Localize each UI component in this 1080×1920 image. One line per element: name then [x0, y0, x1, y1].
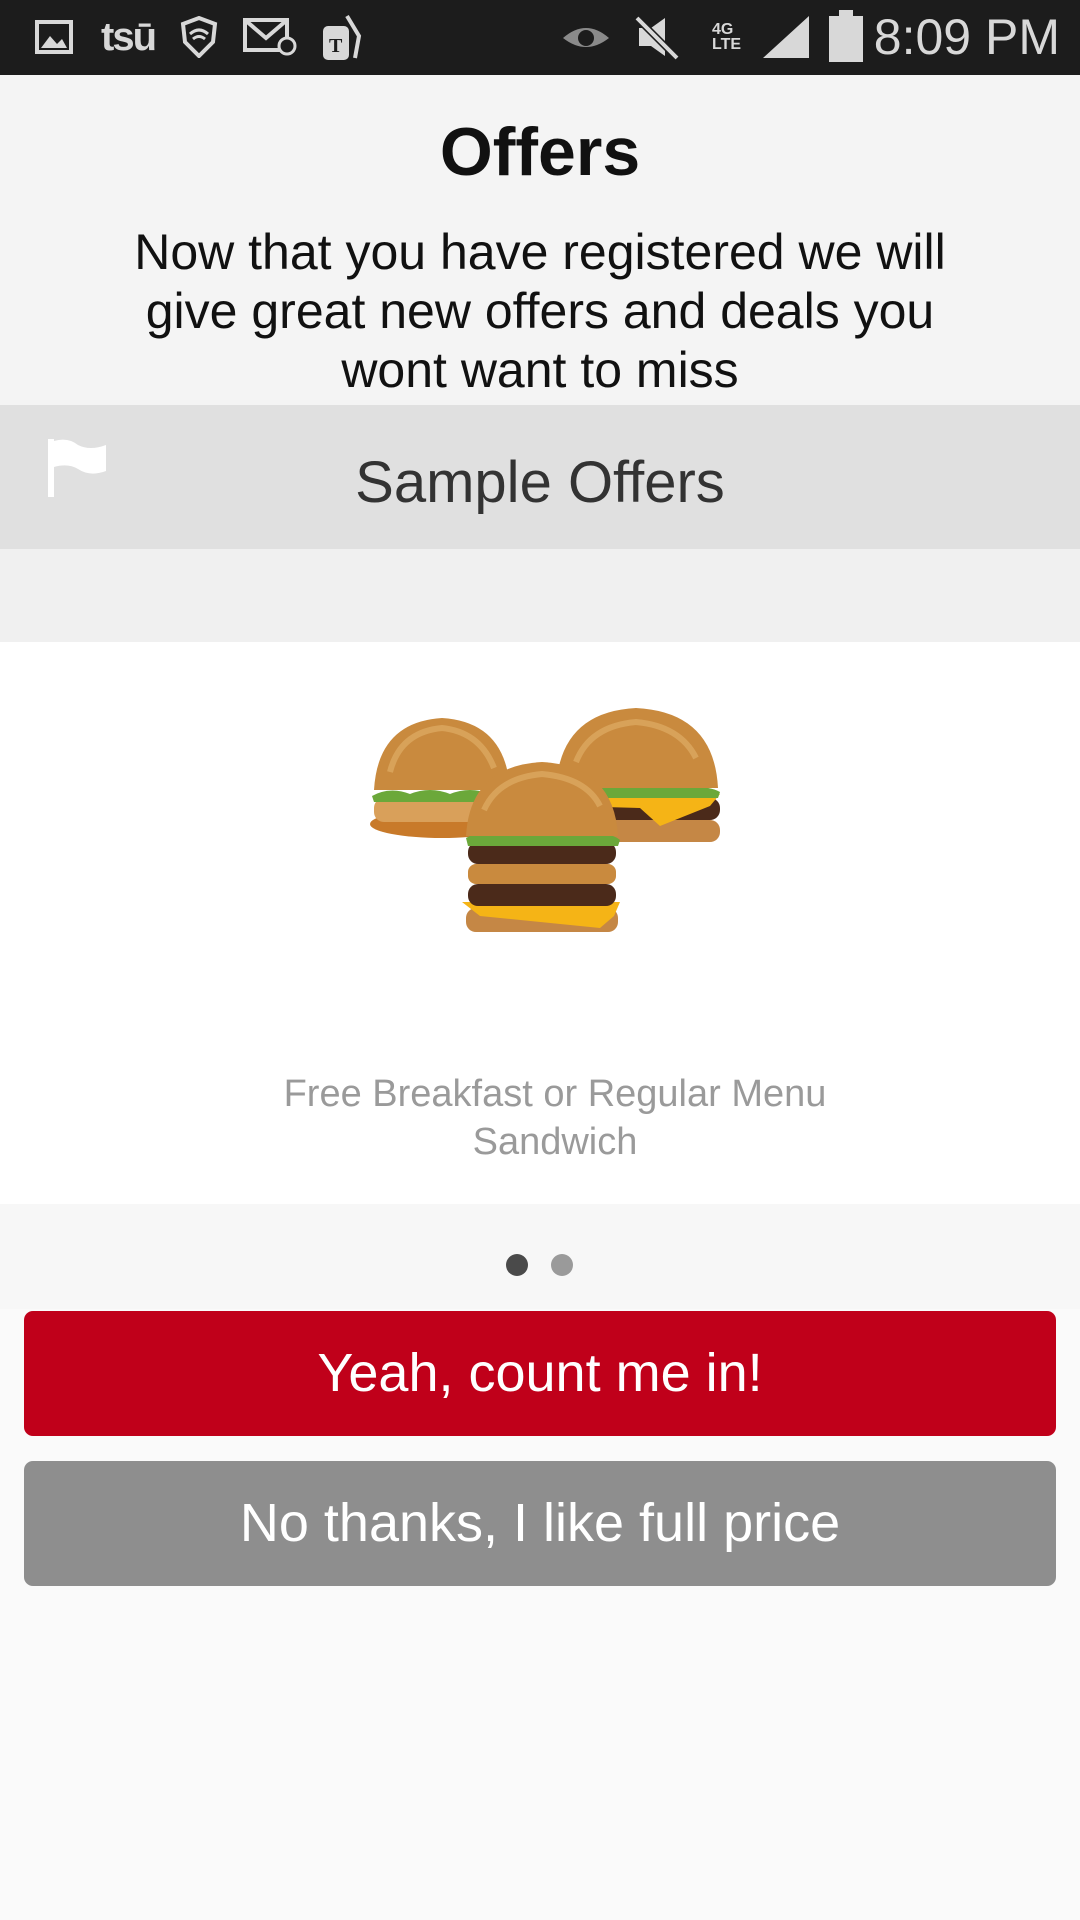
- burger-center: [462, 762, 620, 932]
- page-subtitle: Now that you have registered we will giv…: [134, 224, 946, 398]
- eye-icon: [560, 12, 612, 62]
- bottom-space: [0, 1586, 1080, 1920]
- gallery-icon: [34, 12, 74, 62]
- shield-icon: [178, 12, 220, 62]
- spacer: [0, 549, 1080, 642]
- offer-description: Free Breakfast or Regular Menu Sandwich: [283, 1073, 827, 1163]
- signal-icon: [760, 12, 812, 62]
- burgers-image: [370, 702, 750, 942]
- tsu-icon: tsū: [101, 14, 157, 59]
- offer-card[interactable]: Free Breakfast or Regular Menu Sandwich: [0, 642, 1080, 1204]
- battery-icon: [826, 10, 866, 62]
- svg-text:T: T: [329, 35, 343, 57]
- decline-offers-button[interactable]: No thanks, I like full price: [24, 1461, 1056, 1586]
- pager-dot[interactable]: [551, 1254, 573, 1276]
- clock: 8:09 PM: [873, 9, 1060, 65]
- mail-icon: [242, 12, 298, 62]
- pager-dot-active[interactable]: [506, 1254, 528, 1276]
- page-title: Offers: [439, 114, 641, 190]
- offers-header: Offers Now that you have registered we w…: [0, 75, 1080, 405]
- tmobile-icon: T: [318, 12, 366, 62]
- network-label: 4G LTE: [712, 21, 742, 53]
- section-label: Sample Offers: [355, 450, 725, 515]
- accept-offers-button[interactable]: Yeah, count me in!: [24, 1311, 1056, 1436]
- status-bar: tsū T 4G LTE 8:09 PM: [0, 0, 1080, 75]
- network-4g-icon: 4G LTE: [712, 12, 752, 62]
- mute-icon: [632, 12, 682, 62]
- pager-dots: [0, 1204, 1080, 1309]
- sample-offers-bar: Sample Offers: [0, 405, 1080, 549]
